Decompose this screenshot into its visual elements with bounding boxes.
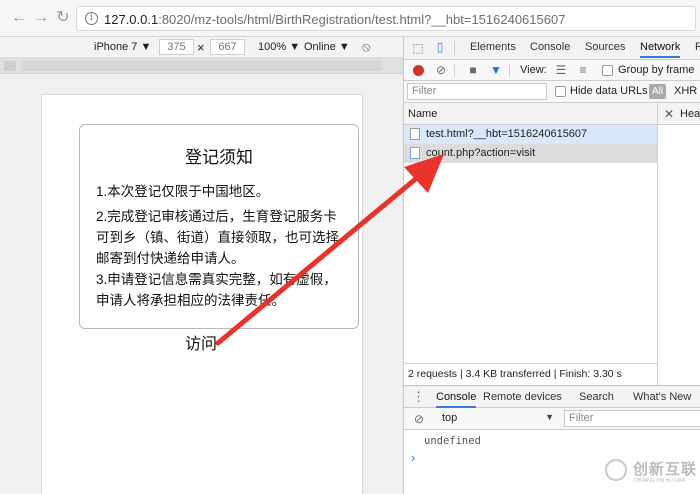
annotation-arrow (215, 154, 444, 346)
